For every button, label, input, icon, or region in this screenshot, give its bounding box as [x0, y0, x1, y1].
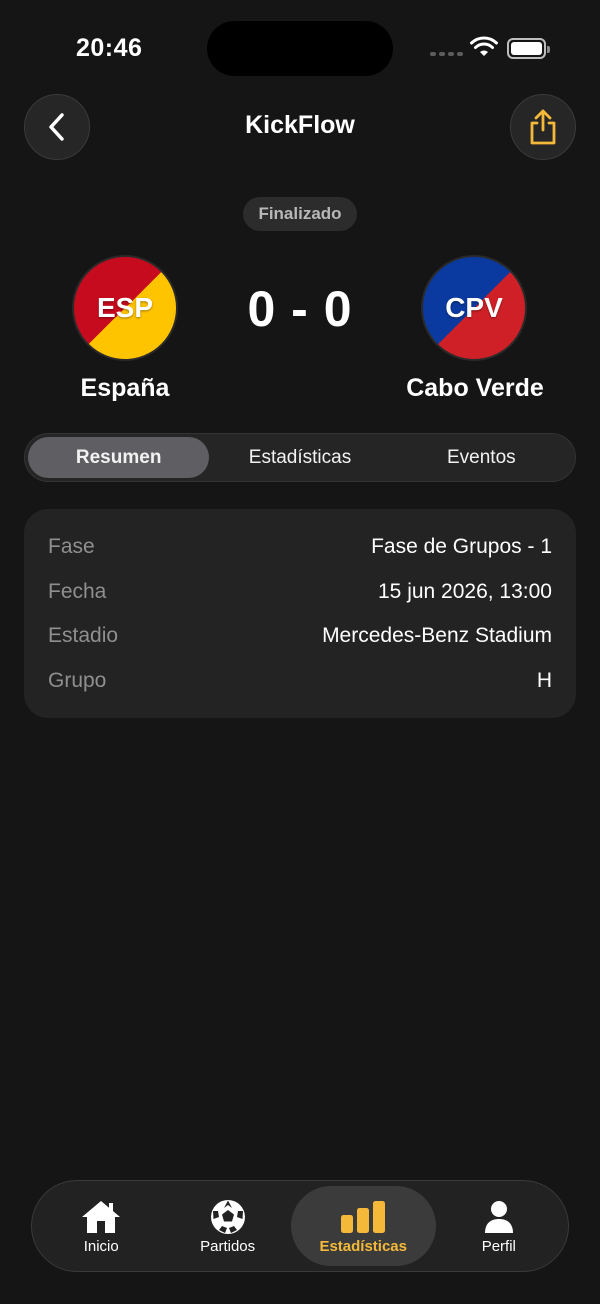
info-value: 15 jun 2026, 13:00: [378, 579, 552, 603]
nav-label: Estadísticas: [319, 1237, 407, 1255]
info-label: Fase: [48, 535, 95, 559]
person-icon: [484, 1200, 513, 1233]
nav-item-inicio[interactable]: Inicio: [38, 1186, 164, 1266]
info-label: Fecha: [48, 579, 107, 603]
tab-eventos[interactable]: Eventos: [391, 437, 572, 478]
info-label: Estadio: [48, 624, 119, 648]
home-icon: [82, 1200, 121, 1233]
nav-label: Inicio: [83, 1237, 119, 1255]
info-row-fecha: Fecha 15 jun 2026, 13:00: [48, 570, 552, 615]
nav-item-perfil[interactable]: Perfil: [436, 1186, 562, 1266]
nav-item-estadisticas[interactable]: Estadísticas: [290, 1186, 436, 1266]
info-value: Mercedes-Benz Stadium: [322, 624, 552, 648]
home-team-name[interactable]: España: [25, 374, 225, 403]
match-info-card: Fase Fase de Grupos - 1 Fecha 15 jun 202…: [24, 509, 576, 718]
info-row-grupo: Grupo H: [48, 659, 552, 704]
info-row-estadio: Estadio Mercedes-Benz Stadium: [48, 614, 552, 659]
away-team-badge[interactable]: CPV: [421, 255, 527, 361]
nav-label: Perfil: [481, 1237, 516, 1255]
battery-icon: [507, 38, 550, 59]
home-team-code: ESP: [96, 292, 154, 323]
info-value: Fase de Grupos - 1: [371, 535, 552, 559]
wifi-icon: [470, 36, 498, 56]
dynamic-island: [207, 21, 393, 76]
tab-estadisticas[interactable]: Estadísticas: [209, 437, 390, 478]
match-score: 0 - 0: [247, 281, 353, 337]
away-team-code: CPV: [445, 292, 503, 323]
match-tabs: Resumen Estadísticas Eventos: [24, 433, 576, 482]
bottom-tab-bar: Inicio Partidos Estadísticas Perfil: [31, 1180, 569, 1272]
cellular-signal-icon: [430, 52, 463, 56]
info-value: H: [536, 668, 552, 692]
match-status-badge: Finalizado: [243, 197, 357, 231]
nav-label: Partidos: [200, 1237, 256, 1255]
soccer-ball-icon: [210, 1199, 245, 1234]
bar-chart-icon: [341, 1200, 386, 1233]
status-bar: 20:46: [0, 0, 600, 96]
home-team-badge[interactable]: ESP: [72, 255, 178, 361]
tab-resumen[interactable]: Resumen: [28, 437, 210, 478]
share-button[interactable]: [510, 94, 576, 160]
away-team-name[interactable]: Cabo Verde: [375, 374, 575, 403]
info-row-fase: Fase Fase de Grupos - 1: [48, 525, 552, 570]
status-time: 20:46: [76, 34, 143, 62]
info-label: Grupo: [48, 668, 107, 692]
nav-item-partidos[interactable]: Partidos: [164, 1186, 290, 1266]
share-icon: [530, 109, 556, 145]
